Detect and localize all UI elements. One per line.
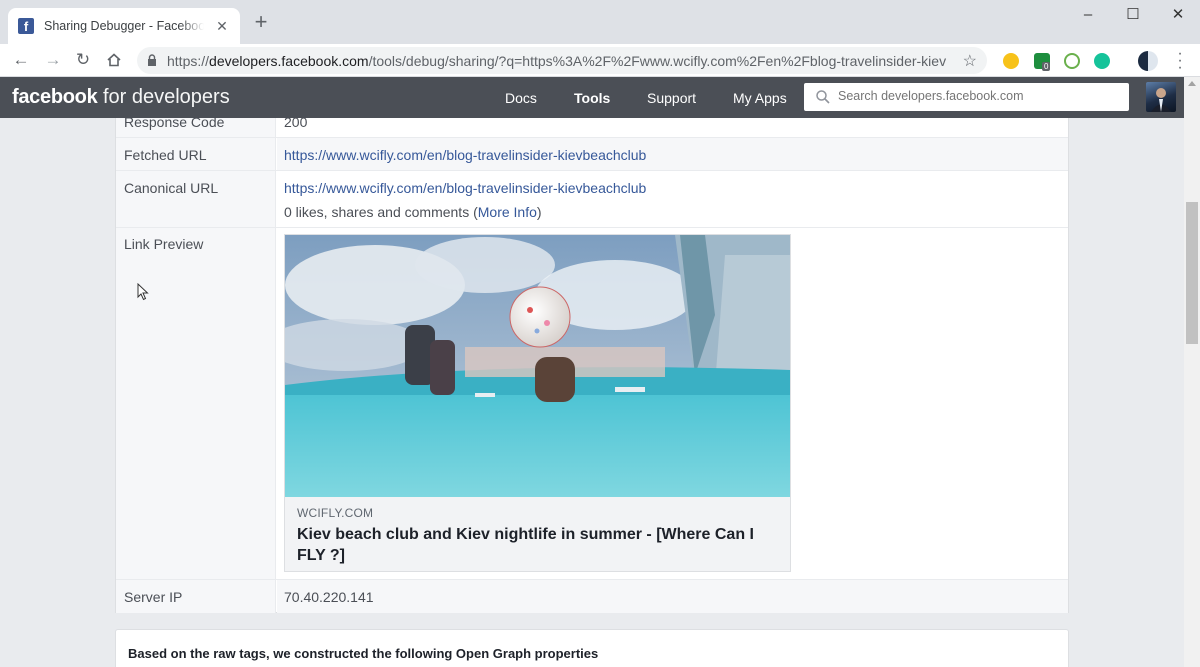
tab-close-icon[interactable]: ✕ — [214, 18, 230, 35]
response-code-value: 200 — [284, 114, 308, 130]
scrollbar-thumb[interactable] — [1186, 202, 1198, 344]
server-ip-label: Server IP — [116, 580, 276, 613]
nav-tools[interactable]: Tools — [574, 90, 610, 106]
response-code-label: Response Code — [116, 115, 276, 137]
profile-avatar-icon[interactable] — [1138, 51, 1158, 71]
extension-badge: 0 — [1042, 62, 1051, 71]
nav-my-apps[interactable]: My Apps — [733, 90, 787, 106]
canonical-url-link[interactable]: https://www.wcifly.com/en/blog-travelins… — [284, 180, 646, 196]
maximize-button[interactable]: ☐ — [1113, 4, 1153, 26]
sharing-properties-card: Response Code 200 Fetched URL https://ww… — [115, 114, 1069, 613]
nav-support[interactable]: Support — [647, 90, 696, 106]
engagement-count: 0 likes, shares and comments (More Info) — [284, 204, 542, 220]
nav-docs[interactable]: Docs — [505, 90, 537, 106]
fetched-url-label: Fetched URL — [116, 138, 276, 170]
close-window-button[interactable]: ✕ — [1158, 4, 1198, 26]
preview-image — [285, 235, 790, 497]
link-preview-card[interactable]: WCIFLY.COM Kiev beach club and Kiev nigh… — [284, 234, 791, 572]
search-input[interactable] — [838, 89, 1118, 103]
server-ip-row-bg — [277, 580, 1068, 613]
forward-icon[interactable]: → — [42, 49, 64, 71]
preview-domain: WCIFLY.COM — [297, 506, 374, 520]
fb-developers-logo[interactable]: facebook for developers — [12, 86, 230, 109]
page-scrollbar[interactable] — [1184, 77, 1200, 667]
extension-sunglasses-icon[interactable] — [1003, 53, 1019, 69]
browser-toolbar: ← → ↻ https://developers.facebook.com/to… — [0, 44, 1200, 77]
fb-search-box — [804, 83, 1129, 111]
back-icon[interactable]: ← — [10, 49, 32, 71]
preview-title: Kiev beach club and Kiev nightlife in su… — [297, 526, 754, 564]
browser-tab[interactable]: f Sharing Debugger - Facebook for Develo… — [8, 8, 240, 44]
minimize-button[interactable]: – — [1068, 4, 1108, 26]
more-info-link[interactable]: More Info — [478, 204, 537, 220]
new-tab-button[interactable]: + — [250, 11, 272, 34]
user-avatar[interactable] — [1146, 82, 1176, 112]
menu-icon[interactable]: · · · — [1175, 46, 1185, 76]
browser-tabstrip: f Sharing Debugger - Facebook for Develo… — [0, 0, 1200, 44]
open-graph-card: Based on the raw tags, we constructed th… — [115, 629, 1069, 667]
grammarly-icon[interactable] — [1094, 53, 1110, 69]
tab-title: Sharing Debugger - Facebook for Develope… — [44, 19, 204, 33]
server-ip-value: 70.40.220.141 — [284, 589, 374, 605]
fetched-url-link[interactable]: https://www.wcifly.com/en/blog-travelins… — [284, 147, 646, 163]
extension-evernote-icon[interactable] — [1064, 53, 1080, 69]
home-icon[interactable] — [103, 49, 125, 71]
canonical-url-label: Canonical URL — [116, 171, 276, 227]
fb-developers-header: facebook for developers Docs Tools Suppo… — [0, 77, 1184, 118]
search-icon — [816, 90, 830, 104]
scroll-up-icon[interactable] — [1188, 81, 1196, 86]
bookmark-star-icon[interactable]: ☆ — [963, 51, 977, 71]
lock-icon — [148, 54, 156, 66]
url-text: https://developers.facebook.com/tools/de… — [167, 53, 947, 69]
open-graph-heading: Based on the raw tags, we constructed th… — [128, 646, 599, 661]
mouse-cursor-icon — [137, 283, 149, 301]
reload-icon[interactable]: ↻ — [72, 49, 94, 71]
address-bar[interactable]: https://developers.facebook.com/tools/de… — [137, 47, 987, 74]
facebook-favicon-icon: f — [18, 18, 34, 34]
link-preview-label: Link Preview — [116, 228, 276, 579]
